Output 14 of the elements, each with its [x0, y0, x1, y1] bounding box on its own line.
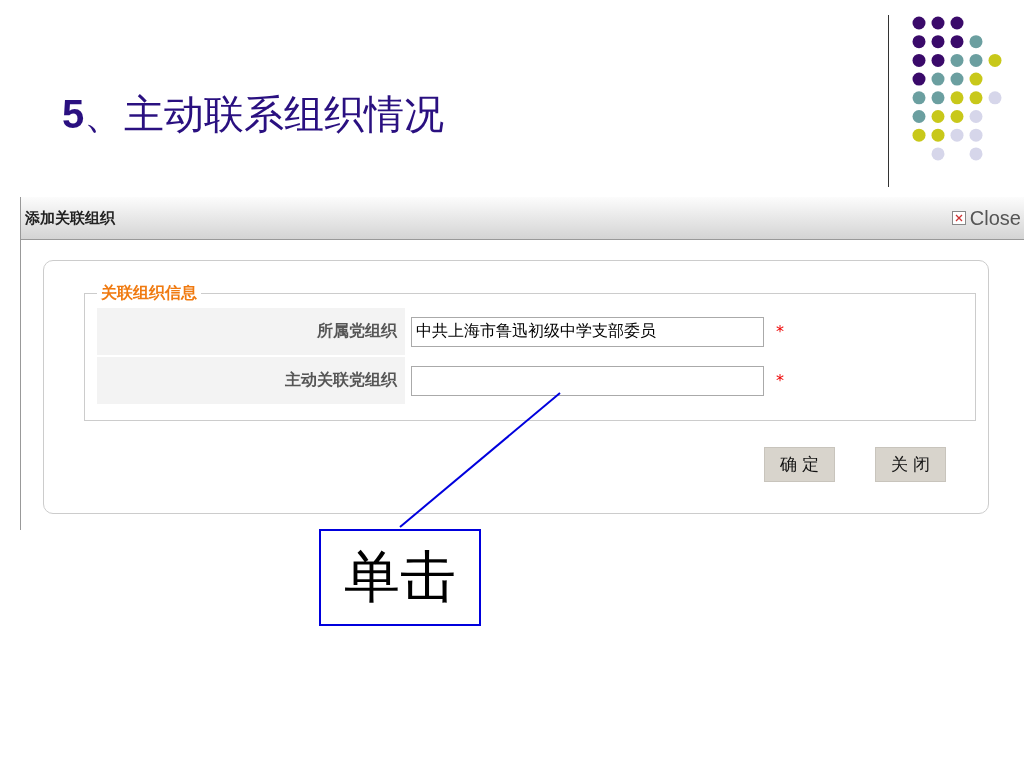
dialog-title: 添加关联组织	[25, 208, 115, 228]
fieldset-legend: 关联组织信息	[97, 283, 201, 304]
slide-title: 5、主动联系组织情况	[62, 94, 446, 134]
input-field[interactable]: 中共上海市鲁迅初级中学支部委员	[411, 316, 764, 347]
required-mark: *	[776, 322, 784, 341]
callout-box: 单击	[319, 529, 481, 626]
required-mark: *	[776, 371, 784, 390]
close-icon	[951, 211, 966, 225]
dialog-button[interactable]: 关 闭	[875, 447, 946, 482]
field-label: 主动关联党组织	[97, 357, 405, 404]
input-field[interactable]	[411, 365, 764, 396]
field-label: 所属党组织	[97, 308, 405, 355]
dialog-button[interactable]: 确 定	[764, 447, 835, 482]
close-button[interactable]: Close	[951, 206, 1024, 230]
